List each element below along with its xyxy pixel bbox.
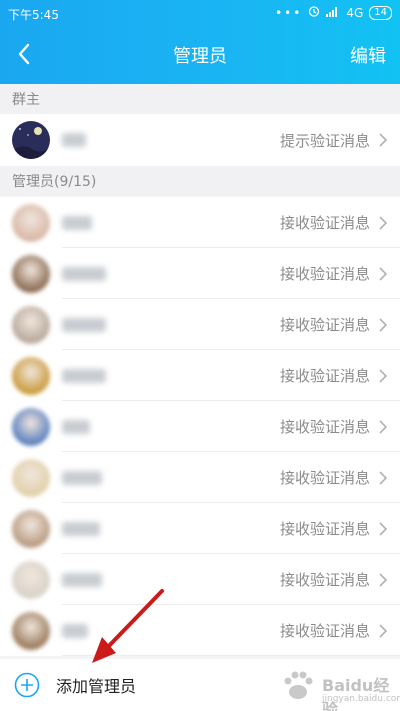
admin-row[interactable]: 接收验证消息 [0,350,400,401]
avatar [12,458,50,497]
admin-row[interactable]: 接收验证消息 [0,248,400,299]
avatar [12,611,50,650]
page-title: 管理员 [173,46,227,67]
avatar [12,121,50,159]
app-screen: 下午5:45 ••• 4G 14 管理员 编辑 群主 提示验证消息 管理员(9/… [0,0,400,711]
member-name-blurred [62,521,100,536]
alarm-icon [308,5,320,20]
row-divider [62,655,400,656]
chevron-right-icon [378,367,388,385]
owner-status: 提示验证消息 [279,131,370,150]
member-name-blurred [62,317,106,332]
status-time: 下午5:45 [8,8,59,22]
member-name-blurred [62,419,90,434]
chevron-right-icon [378,316,388,334]
chevron-right-icon [378,571,388,589]
edit-button[interactable]: 编辑 [350,42,386,68]
admin-row[interactable]: 接收验证消息 [0,605,400,656]
status-indicators: ••• 4G 14 [275,5,392,20]
avatar [12,560,50,599]
member-name-blurred [62,266,106,281]
add-circle-icon [14,672,40,698]
avatar [12,203,50,242]
member-name-blurred [62,133,86,147]
avatar [12,305,50,344]
chevron-right-icon [378,520,388,538]
avatar [12,407,50,446]
add-manager-label: 添加管理员 [56,677,137,696]
admin-status: 接收验证消息 [279,571,370,589]
admin-row[interactable]: 接收验证消息 [0,401,400,452]
chevron-right-icon [378,131,388,149]
chevron-right-icon [378,265,388,283]
section-header-admins: 管理员(9/15) [0,166,400,196]
admin-status: 接收验证消息 [279,214,370,232]
avatar [12,254,50,293]
more-dots-icon: ••• [275,5,303,20]
member-name-blurred [62,470,102,485]
member-name-blurred [62,215,92,230]
member-name-blurred [62,572,102,587]
chevron-right-icon [378,469,388,487]
admin-status: 接收验证消息 [279,520,370,538]
admin-status: 接收验证消息 [279,622,370,640]
owner-row[interactable]: 提示验证消息 [0,114,400,166]
member-name-blurred [62,623,88,638]
admin-row[interactable]: 接收验证消息 [0,299,400,350]
admin-row[interactable]: 接收验证消息 [0,197,400,248]
admin-status: 接收验证消息 [279,418,370,436]
admin-status: 接收验证消息 [279,316,370,334]
admin-status: 接收验证消息 [279,367,370,385]
network-type: 4G [346,5,364,20]
admin-row[interactable]: 接收验证消息 [0,452,400,503]
admin-status: 接收验证消息 [279,265,370,283]
signal-icon [326,6,340,20]
admin-row[interactable]: 接收验证消息 [0,503,400,554]
admin-status: 接收验证消息 [279,469,370,487]
chevron-right-icon [378,214,388,232]
avatar [12,509,50,548]
add-manager-button[interactable]: 添加管理员 [0,659,400,711]
admin-row[interactable]: 接收验证消息 [0,554,400,605]
section-header-owner: 群主 [0,84,400,114]
navigation-bar: 管理员 编辑 [0,28,400,84]
chevron-right-icon [378,418,388,436]
avatar [12,356,50,395]
battery-icon: 14 [369,5,392,20]
header-bar: 下午5:45 ••• 4G 14 管理员 编辑 [0,0,400,84]
chevron-right-icon [378,622,388,640]
status-bar: 下午5:45 ••• 4G 14 [0,0,400,28]
member-name-blurred [62,368,106,383]
